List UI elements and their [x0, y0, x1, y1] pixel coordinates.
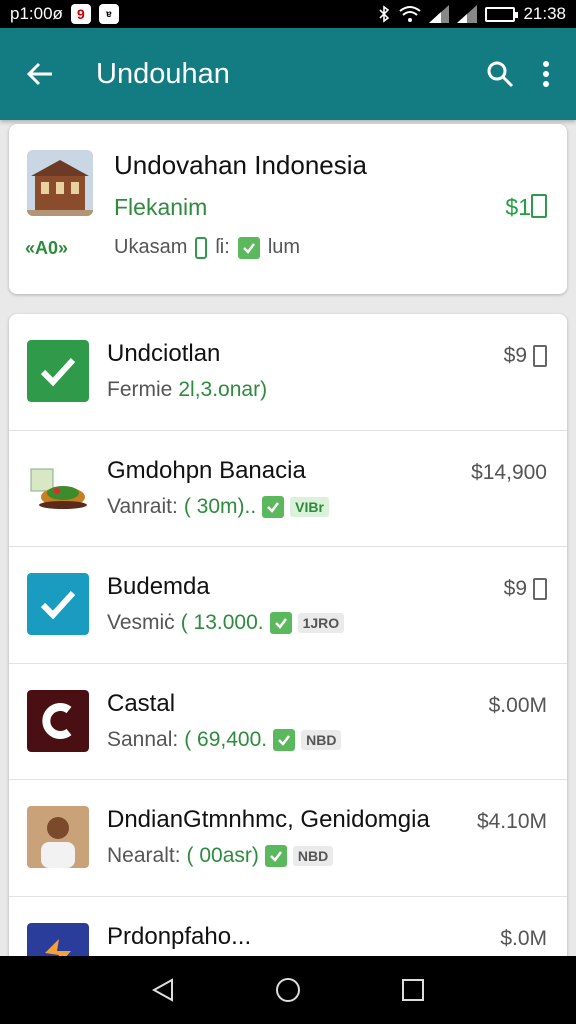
home-nav-icon[interactable]	[275, 977, 301, 1003]
check-icon	[262, 495, 285, 518]
item-sub-value: ( 30m)..	[183, 494, 257, 518]
item-price: $9	[503, 577, 527, 600]
item-title: Prdonpfaho...	[107, 922, 252, 950]
back-button[interactable]	[0, 60, 80, 88]
signal-icon-2	[457, 5, 478, 23]
item-sub-label: Sannal:	[107, 727, 179, 751]
featured-meta-end: lum	[267, 236, 301, 258]
clipboard-icon	[531, 194, 547, 218]
wifi-icon	[399, 6, 422, 22]
status-bar: p1:00ø 9 ɐ 21:38	[0, 0, 576, 28]
item-sub-value: ( 00asr)	[186, 844, 259, 867]
navigation-bar	[0, 956, 576, 1024]
featured-title: Undovahan Indonesia	[114, 150, 367, 180]
notification-icon: ɐ	[98, 4, 119, 24]
item-tag: 1JRO	[297, 613, 345, 633]
item-price-wrap: $.0M	[500, 927, 547, 951]
item-price-wrap: $.00M	[489, 694, 547, 718]
back-arrow-icon	[26, 62, 52, 86]
item-tag: NBD	[292, 846, 334, 866]
item-subtitle: Nearalt:( 00asr) NBD	[107, 844, 334, 868]
item-icon	[27, 573, 89, 635]
item-sub-label: Nearalt:	[107, 844, 181, 867]
item-tag: VIBr	[290, 496, 329, 517]
item-icon	[27, 806, 89, 868]
item-price: $.00M	[488, 693, 547, 717]
list-item[interactable]: Budemda Vesmiċ( 13.000. 1JRO $9	[9, 547, 567, 664]
item-title: Gmdohpn Banacia	[107, 456, 306, 484]
check-icon	[273, 728, 296, 751]
check-icon	[269, 612, 292, 634]
item-sub-value: ( 69,400.	[184, 727, 268, 751]
bluetooth-icon	[379, 5, 390, 23]
clipboard-icon	[533, 578, 547, 600]
notification-badge: 9	[70, 4, 91, 24]
item-title: Budemda	[107, 573, 210, 600]
page-title: Undouhan	[96, 57, 230, 90]
search-icon[interactable]	[486, 60, 514, 88]
status-time: 21:38	[523, 4, 566, 23]
clipboard-icon	[533, 345, 547, 367]
featured-code: «A0»	[25, 238, 69, 258]
list-item[interactable]: Undciotlan Fermie 2l,3.onar) $9	[9, 314, 567, 431]
item-price-wrap: $9	[504, 344, 547, 368]
item-subtitle: Fermie 2l,3.onar)	[107, 378, 267, 402]
list-item[interactable]: DndianGtmnhmc, Genidomgia Nearalt:( 00asr…	[9, 780, 567, 897]
status-left-text: p1:00ø	[10, 4, 63, 23]
building-image	[27, 150, 93, 216]
featured-meta-mid: ſi:	[215, 236, 230, 258]
pill-icon	[195, 236, 208, 259]
item-sub-value: 2l,3.onar)	[178, 378, 268, 401]
item-icon	[27, 340, 89, 402]
item-price: $9	[503, 344, 527, 367]
item-sub-label: Fermie	[107, 378, 173, 401]
back-nav-icon[interactable]	[150, 977, 176, 1003]
item-title: Undciotlan	[107, 340, 221, 367]
featured-subtitle: Flekanim	[114, 194, 208, 220]
item-tag: NBD	[301, 729, 342, 750]
item-sub-value: ( 13.000.	[180, 611, 264, 634]
item-subtitle: Vesmiċ( 13.000. 1JRO	[107, 611, 345, 635]
item-title: Castal	[107, 689, 176, 717]
featured-card[interactable]: Undovahan Indonesia Flekanim $1 «A0» Uka…	[9, 124, 567, 294]
item-price: $.0M	[500, 926, 547, 950]
item-price-wrap: $14,900	[471, 461, 547, 485]
signal-icon	[429, 5, 450, 23]
item-icon	[27, 456, 89, 519]
more-options-icon[interactable]	[542, 60, 550, 88]
item-list: Undciotlan Fermie 2l,3.onar) $9 Gmdohpn Bana…	[9, 314, 567, 1014]
featured-price: $1	[505, 194, 531, 220]
featured-meta: Ukasam ſi: lum	[114, 236, 300, 259]
list-item[interactable]: Gmdohpn Banacia Vanrait:( 30m).. VIBr $14,9…	[9, 431, 567, 547]
item-sub-label: Vesmiċ	[107, 611, 175, 634]
item-subtitle: Sannal:( 69,400. NBD	[107, 727, 342, 752]
item-sub-label: Vanrait:	[107, 494, 178, 518]
item-price-wrap: $4.10M	[477, 810, 547, 834]
item-price: $14,900	[471, 460, 547, 484]
recents-nav-icon[interactable]	[400, 977, 426, 1003]
item-subtitle: Vanrait:( 30m).. VIBr	[107, 495, 329, 519]
app-bar: Undouhan	[0, 28, 576, 120]
item-price: $4.10M	[476, 810, 547, 833]
list-item[interactable]: Castal Sannal:( 69,400. NBD $.00M	[9, 664, 567, 780]
item-title: DndianGtmnhmc, Genidomgia	[107, 806, 430, 833]
battery-icon	[485, 6, 519, 22]
check-icon	[237, 236, 260, 259]
item-icon	[27, 689, 89, 752]
featured-meta-label: Ukasam	[114, 236, 188, 258]
item-price-wrap: $9	[504, 577, 547, 601]
check-icon	[264, 845, 287, 867]
